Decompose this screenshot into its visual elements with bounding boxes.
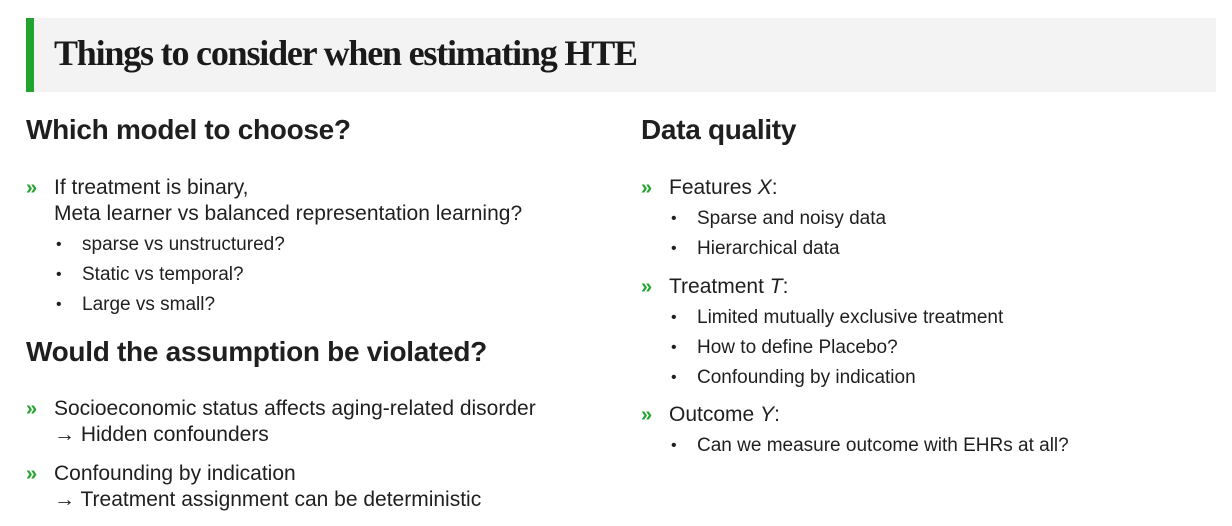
variable-t: T — [769, 275, 783, 298]
sub-item-text: Hierarchical data — [697, 238, 840, 259]
bullet-line-2: → Treatment assignment can be determinis… — [54, 487, 481, 513]
slide-title: Things to consider when estimating HTE — [54, 33, 638, 73]
bullet-text: Treatment T: — [669, 275, 789, 298]
title-bar: Things to consider when estimating HTE — [26, 18, 1216, 92]
sub-item-text: Limited mutually exclusive treatment — [697, 307, 1004, 328]
sub-bullet-dot: • — [671, 339, 677, 356]
bullet-line-2: → Hidden confounders — [54, 422, 269, 448]
sub-item-text: Can we measure outcome with EHRs at all? — [697, 435, 1069, 456]
bullet-line-1: Socioeconomic status affects aging-relat… — [54, 397, 536, 420]
bullet-line-2-text: Treatment assignment can be deterministi… — [80, 488, 482, 511]
bullet-line-1: If treatment is binary, — [54, 176, 249, 199]
bullet-text: Features X: — [669, 176, 778, 199]
sub-bullet-dot: • — [671, 240, 677, 257]
sub-item-text: Sparse and noisy data — [697, 208, 887, 229]
bullet-marker: » — [641, 404, 653, 426]
bullet-text: Outcome Y: — [669, 403, 780, 426]
sub-bullet-dot: • — [56, 296, 62, 313]
bullet-marker: » — [26, 398, 38, 420]
bullet-line-2: Meta learner vs balanced representation … — [54, 202, 523, 225]
title-accent-bar — [26, 18, 34, 92]
sub-bullet-dot: • — [671, 309, 677, 326]
sub-bullet-dot: • — [671, 210, 677, 227]
bullet-line-2-text: Hidden confounders — [80, 423, 269, 446]
sub-item-text: Confounding by indication — [697, 367, 916, 388]
sub-bullet-dot: • — [671, 369, 677, 386]
heading-assumption: Would the assumption be violated? — [26, 336, 487, 367]
variable-x: X — [757, 176, 772, 199]
sub-item-text: sparse vs unstructured? — [82, 234, 285, 255]
bullet-line-1: Confounding by indication — [54, 462, 296, 485]
heading-data-quality: Data quality — [641, 114, 797, 145]
arrow-icon: → — [54, 488, 75, 511]
heading-model-choice: Which model to choose? — [26, 114, 351, 145]
sub-bullet-dot: • — [56, 236, 62, 253]
arrow-icon: → — [54, 423, 75, 446]
bullet-marker: » — [26, 177, 38, 199]
bullet-marker: » — [641, 276, 653, 298]
sub-bullet-dot: • — [56, 266, 62, 283]
bullet-marker: » — [26, 463, 38, 485]
sub-bullet-dot: • — [671, 437, 677, 454]
sub-item-text: How to define Placebo? — [697, 337, 898, 358]
variable-y: Y — [760, 403, 775, 426]
bullet-marker: » — [641, 177, 653, 199]
sub-item-text: Large vs small? — [82, 294, 216, 315]
sub-item-text: Static vs temporal? — [82, 264, 244, 285]
